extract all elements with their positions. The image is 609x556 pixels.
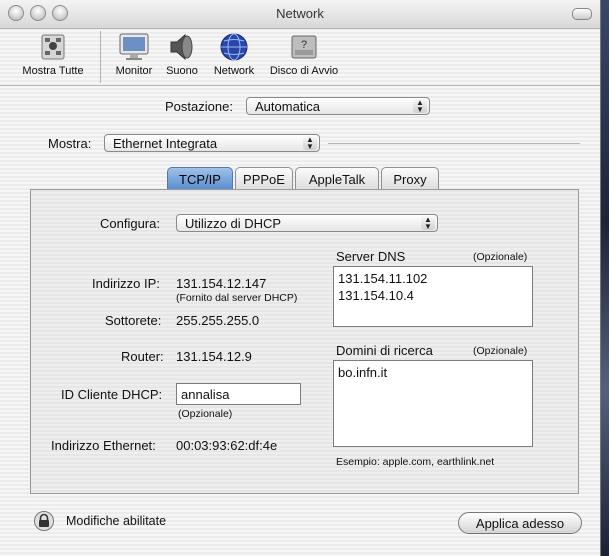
show-value: Ethernet Integrata bbox=[113, 136, 218, 151]
show-all-label: Mostra Tutte bbox=[22, 65, 84, 77]
toolbar-item-label: Disco di Avvio bbox=[269, 65, 339, 77]
dns-server-entry: 131.154.10.4 bbox=[338, 288, 414, 303]
search-domain-entry: bo.infn.it bbox=[338, 365, 388, 380]
show-all-icon bbox=[36, 32, 70, 62]
search-example-text: Esempio: apple.com, earthlink.net bbox=[336, 456, 495, 468]
toolbar-item-label: Suono bbox=[166, 65, 198, 77]
disk-icon: ? bbox=[287, 32, 321, 62]
lock-status-label: Modifiche abilitate bbox=[66, 514, 167, 528]
globe-icon bbox=[217, 32, 251, 62]
speaker-icon bbox=[165, 32, 199, 62]
tab-tcpip[interactable]: TCP/IP bbox=[167, 167, 233, 189]
tab-appletalk[interactable]: AppleTalk bbox=[295, 167, 379, 189]
lock-icon[interactable] bbox=[34, 511, 54, 531]
location-popup[interactable]: Automatica ▲ ▼ bbox=[246, 97, 430, 115]
toolbar-toggle-button[interactable] bbox=[572, 8, 592, 20]
search-optional-note: (Opzionale) bbox=[473, 345, 528, 357]
dns-optional-note: (Opzionale) bbox=[473, 251, 528, 263]
router-label: Router: bbox=[121, 349, 164, 364]
search-domains-label: Domini di ricerca bbox=[336, 343, 433, 358]
chevron-updown-icon: ▲ ▼ bbox=[421, 216, 435, 231]
subnet-value: 255.255.255.0 bbox=[176, 313, 260, 328]
dns-server-entry: 131.154.11.102 bbox=[338, 271, 428, 286]
monitor-icon bbox=[117, 32, 151, 62]
network-preferences-window: Network Mostra Tutte Monitor Suono Netwo… bbox=[0, 0, 601, 556]
window-title: Network bbox=[276, 6, 324, 21]
chevron-updown-icon: ▲ ▼ bbox=[303, 136, 317, 151]
tab-pppoe[interactable]: PPPoE bbox=[235, 167, 293, 189]
location-value: Automatica bbox=[255, 99, 321, 114]
toolbar-item-network[interactable]: Network bbox=[208, 32, 260, 77]
divider bbox=[328, 143, 580, 144]
search-domains-field[interactable]: bo.infn.it bbox=[333, 360, 533, 447]
ethernet-address-label: Indirizzo Ethernet: bbox=[51, 438, 156, 453]
ip-address-value: 131.154.12.147 bbox=[176, 276, 267, 291]
location-label: Postazione: bbox=[165, 99, 233, 114]
toolbar-separator bbox=[100, 31, 101, 83]
dns-servers-field[interactable]: 131.154.11.102 131.154.10.4 bbox=[333, 266, 533, 327]
ip-address-note: (Fornito dal server DHCP) bbox=[176, 292, 298, 304]
show-label: Mostra: bbox=[48, 136, 92, 151]
ethernet-address-value: 00:03:93:62:df:4e bbox=[176, 438, 278, 453]
toolbar-item-label: Monitor bbox=[115, 65, 153, 77]
title-bar[interactable]: Network bbox=[0, 0, 600, 29]
subnet-label: Sottorete: bbox=[105, 313, 162, 328]
dhcp-client-id-field[interactable] bbox=[176, 383, 301, 405]
svg-text:?: ? bbox=[301, 39, 307, 51]
router-value: 131.154.12.9 bbox=[176, 349, 252, 364]
toolbar: Mostra Tutte Monitor Suono Network ? Dis… bbox=[0, 29, 600, 86]
apply-now-button[interactable]: Applica adesso bbox=[458, 512, 582, 534]
dhcp-client-id-label: ID Cliente DHCP: bbox=[61, 387, 163, 402]
dns-servers-label: Server DNS bbox=[336, 249, 406, 264]
toolbar-item-label: Network bbox=[213, 65, 255, 77]
configure-popup[interactable]: Utilizzo di DHCP ▲ ▼ bbox=[176, 214, 438, 232]
toolbar-item-sound[interactable]: Suono bbox=[162, 32, 202, 77]
desktop-background bbox=[600, 0, 609, 556]
chevron-updown-icon: ▲ ▼ bbox=[413, 99, 427, 114]
ip-address-label: Indirizzo IP: bbox=[92, 276, 160, 291]
toolbar-item-monitor[interactable]: Monitor bbox=[110, 32, 158, 77]
configure-value: Utilizzo di DHCP bbox=[185, 216, 282, 231]
tab-proxy[interactable]: Proxy bbox=[381, 167, 439, 189]
configure-label: Configura: bbox=[100, 216, 160, 231]
show-all-button[interactable]: Mostra Tutte bbox=[14, 32, 92, 77]
dhcp-client-id-note: (Opzionale) bbox=[178, 408, 233, 420]
show-popup[interactable]: Ethernet Integrata ▲ ▼ bbox=[104, 134, 320, 152]
toolbar-item-startup-disk[interactable]: ? Disco di Avvio bbox=[264, 32, 344, 77]
